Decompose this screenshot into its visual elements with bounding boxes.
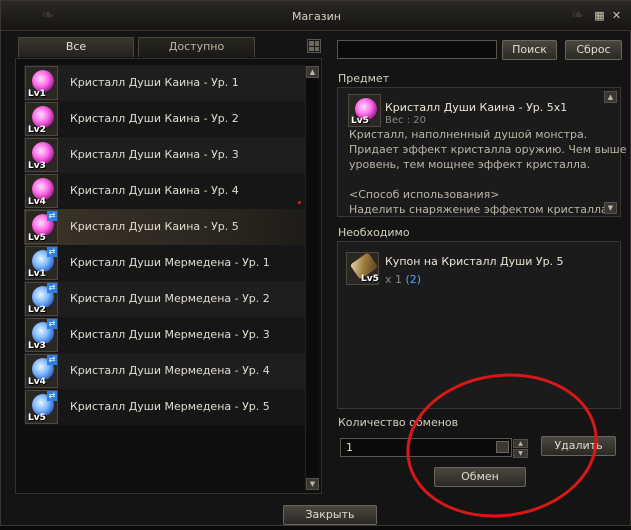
list-item-icon: Lv3 (25, 138, 58, 172)
list-item-label: Кристалл Души Мермедена - Ур. 1 (70, 256, 270, 269)
red-dot-marker (298, 201, 301, 204)
search-input[interactable] (337, 40, 497, 59)
item-desc-line: Наделить снаряжение эффектом кристалла (349, 203, 608, 216)
close-button[interactable]: Закрыть (283, 505, 377, 525)
list-item-icon: Lv2 (25, 102, 58, 136)
detail-scroll-down-icon[interactable]: ▼ (604, 202, 617, 214)
item-desc-line: Придает эффект кристалла оружию. Чем выш… (349, 143, 627, 156)
list-item-label: Кристалл Души Каина - Ур. 4 (70, 184, 239, 197)
item-detail-icon: Lv5 (348, 94, 381, 127)
item-list: Lv1 Кристалл Души Каина - Ур. 1 Lv2 Кристал… (15, 58, 322, 494)
list-item[interactable]: Lv1 Кристалл Души Каина - Ур. 1 (24, 65, 306, 101)
list-item-icon: Lv1 (25, 66, 58, 100)
list-item-label: Кристалл Души Мермедена - Ур. 2 (70, 292, 270, 305)
swap-icon: ⇄ (47, 355, 57, 365)
item-desc-line: уровень, тем мощнее эффект кристалла. (349, 158, 591, 171)
owned-count: (2) (405, 273, 422, 286)
list-item-icon: Lv1 ⇄ (25, 246, 58, 280)
close-icon[interactable]: ✕ (610, 9, 623, 22)
level-badge: Lv5 (28, 413, 46, 423)
item-level-badge: Lv5 (351, 116, 369, 126)
required-qty-value: x 1 (385, 273, 403, 286)
list-item-label: Кристалл Души Мермедена - Ур. 4 (70, 364, 270, 377)
list-item-label: Кристалл Души Каина - Ур. 3 (70, 148, 239, 161)
required-section-label: Необходимо (338, 226, 410, 239)
list-item-icon: Lv2 ⇄ (25, 282, 58, 316)
level-badge: Lv4 (28, 377, 46, 387)
list-item[interactable]: Lv1 ⇄ Кристалл Души Мермедена - Ур. 1 (24, 245, 306, 281)
grid-view-icon[interactable] (307, 39, 321, 53)
swap-icon: ⇄ (47, 283, 57, 293)
title-bar[interactable]: ❧ ❧ Магазин ▦ ✕ (1, 1, 631, 31)
level-badge: Lv2 (28, 125, 46, 135)
item-desc-line: Кристалл, наполненный душой монстра. (349, 128, 588, 141)
reset-button[interactable]: Сброс (565, 40, 622, 60)
list-item-icon: Lv4 ⇄ (25, 354, 58, 388)
list-item[interactable]: Lv3 ⇄ Кристалл Души Мермедена - Ур. 3 (24, 317, 306, 353)
search-button[interactable]: Поиск (502, 40, 557, 60)
swap-icon: ⇄ (47, 211, 57, 221)
item-desc-line: <Способ использования> (349, 188, 500, 201)
list-item-icon: Lv5 ⇄ (25, 210, 58, 244)
list-item-label: Кристалл Души Каина - Ур. 1 (70, 76, 239, 89)
list-item[interactable]: Lv2 Кристалл Души Каина - Ур. 2 (24, 101, 306, 137)
list-item[interactable]: Lv5 ⇄ Кристалл Души Каина - Ур. 5 (24, 209, 306, 245)
coupon-level-badge: Lv5 (361, 274, 379, 284)
level-badge: Lv5 (28, 233, 46, 243)
level-badge: Lv2 (28, 305, 46, 315)
item-title: Кристалл Души Каина - Ур. 5x1 (385, 101, 568, 114)
required-qty: x 1 (2) (385, 273, 421, 286)
list-item[interactable]: Lv5 ⇄ Кристалл Души Мермедена - Ур. 5 (24, 389, 306, 425)
level-badge: Lv3 (28, 161, 46, 171)
help-icon[interactable]: ▦ (593, 9, 606, 22)
level-badge: Lv1 (28, 269, 46, 279)
shop-window: ❧ ❧ Магазин ▦ ✕ Все Доступно Lv1 Кристалл… (0, 0, 631, 530)
list-item[interactable]: Lv2 ⇄ Кристалл Души Мермедена - Ур. 2 (24, 281, 306, 317)
list-item-label: Кристалл Души Мермедена - Ур. 5 (70, 400, 270, 413)
level-badge: Lv3 (28, 341, 46, 351)
list-item-icon: Lv5 ⇄ (25, 390, 58, 424)
level-badge: Lv1 (28, 89, 46, 99)
tab-all[interactable]: Все (18, 37, 134, 57)
swap-icon: ⇄ (47, 247, 57, 257)
required-item-name: Купон на Кристалл Души Ур. 5 (385, 255, 564, 268)
list-item-label: Кристалл Души Мермедена - Ур. 3 (70, 328, 270, 341)
list-item-icon: Lv3 ⇄ (25, 318, 58, 352)
level-badge: Lv4 (28, 197, 46, 207)
item-section-label: Предмет (338, 72, 390, 85)
list-item-label: Кристалл Души Каина - Ур. 2 (70, 112, 239, 125)
list-item-label: Кристалл Души Каина - Ур. 5 (70, 220, 239, 233)
list-item[interactable]: Lv3 Кристалл Души Каина - Ур. 3 (24, 137, 306, 173)
swap-icon: ⇄ (47, 319, 57, 329)
list-item[interactable]: Lv4 Кристалл Души Каина - Ур. 4 (24, 173, 306, 209)
detail-scroll-up-icon[interactable]: ▲ (604, 91, 617, 103)
coupon-icon-box: Lv5 (346, 252, 379, 285)
item-weight: Вес : 20 (385, 115, 426, 126)
tab-available[interactable]: Доступно (138, 37, 255, 57)
window-title: Магазин (292, 10, 341, 23)
list-item-icon: Lv4 (25, 174, 58, 208)
swap-icon: ⇄ (47, 391, 57, 401)
list-scrollbar[interactable]: ▲ ▼ (305, 66, 319, 490)
scroll-down-icon[interactable]: ▼ (306, 478, 319, 490)
scroll-up-icon[interactable]: ▲ (306, 66, 319, 78)
list-item[interactable]: Lv4 ⇄ Кристалл Души Мермедена - Ур. 4 (24, 353, 306, 389)
